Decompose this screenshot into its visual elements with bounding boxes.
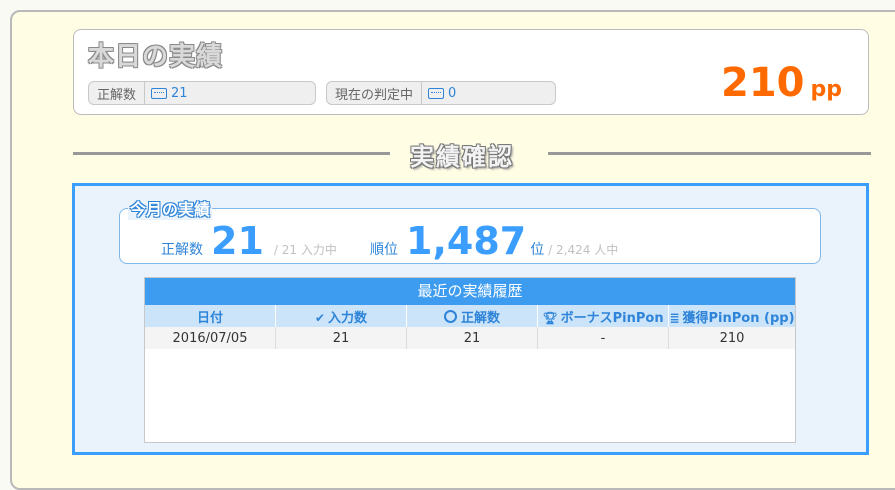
month-correct-label: 正解数 (161, 242, 203, 258)
month-correct-value: 21 (211, 219, 264, 263)
col-earned-pinpon: ≣ 獲得PinPon (pp) (668, 305, 795, 327)
check-icon: ✔ (314, 310, 326, 325)
col-input-count: ✔ 入力数 (275, 305, 407, 327)
history-title: 最近の実績履歴 (145, 278, 795, 305)
today-correct-label: 正解数 (89, 82, 146, 104)
month-correct-stat: 正解数 21 / 21 入力中 (161, 219, 337, 263)
trophy-icon: 🏆︎ (542, 310, 558, 325)
month-rank-unit: 位 (530, 242, 545, 258)
history-table: 日付 ✔ 入力数 正解数 🏆︎ ボーナスPinPon ≣ 獲得PinPon (pp) … (145, 305, 795, 349)
table-row: 2016/07/05 21 21 - 210 (145, 327, 795, 349)
today-judging-label: 現在の判定中 (327, 82, 423, 104)
circle-icon (443, 309, 457, 323)
cell-bonus-pinpon: - (537, 327, 669, 349)
month-rank-sub: / 2,424 人中 (548, 243, 619, 257)
col-correct-count: 正解数 (406, 305, 538, 327)
keyboard-icon (428, 87, 445, 99)
divider-right (548, 152, 871, 155)
keyboard-icon (151, 87, 168, 99)
section-title: 実績確認 (410, 143, 514, 171)
cell-correct-count: 21 (406, 327, 538, 349)
today-pp-total: 210 pp (721, 60, 842, 106)
month-title: 今月の実績 (128, 196, 213, 220)
today-title: 本日の実績 (88, 42, 224, 72)
month-rank-label: 順位 (370, 242, 398, 258)
col-date: 日付 (145, 305, 276, 327)
cell-input-count: 21 (275, 327, 407, 349)
today-judging-value: 0 (448, 85, 457, 101)
database-icon: ≣ (669, 310, 680, 325)
month-rank-stat: 順位 1,487 位 / 2,424 人中 (370, 219, 618, 263)
month-correct-sub: / 21 入力中 (273, 243, 337, 257)
today-pp-value: 210 (721, 60, 805, 106)
today-correct-pill: 正解数 21 (88, 81, 316, 105)
today-judging-pill: 現在の判定中 0 (326, 81, 556, 105)
today-correct-value: 21 (171, 85, 188, 101)
cell-date: 2016/07/05 (145, 327, 276, 349)
history-table-container: 最近の実績履歴 日付 ✔ 入力数 正解数 🏆︎ ボーナスPinPon ≣ 獲得PinP… (144, 277, 796, 443)
divider-left (73, 152, 390, 155)
today-summary-card: 本日の実績 正解数 21 現在の判定中 0 210 pp (73, 29, 869, 115)
cell-earned-pinpon: 210 (668, 327, 795, 349)
history-header-row: 日付 ✔ 入力数 正解数 🏆︎ ボーナスPinPon ≣ 獲得PinPon (pp) (145, 305, 795, 327)
month-rank-value: 1,487 (406, 219, 527, 263)
today-pp-unit: pp (810, 77, 843, 102)
col-bonus-pinpon: 🏆︎ ボーナスPinPon (537, 305, 669, 327)
